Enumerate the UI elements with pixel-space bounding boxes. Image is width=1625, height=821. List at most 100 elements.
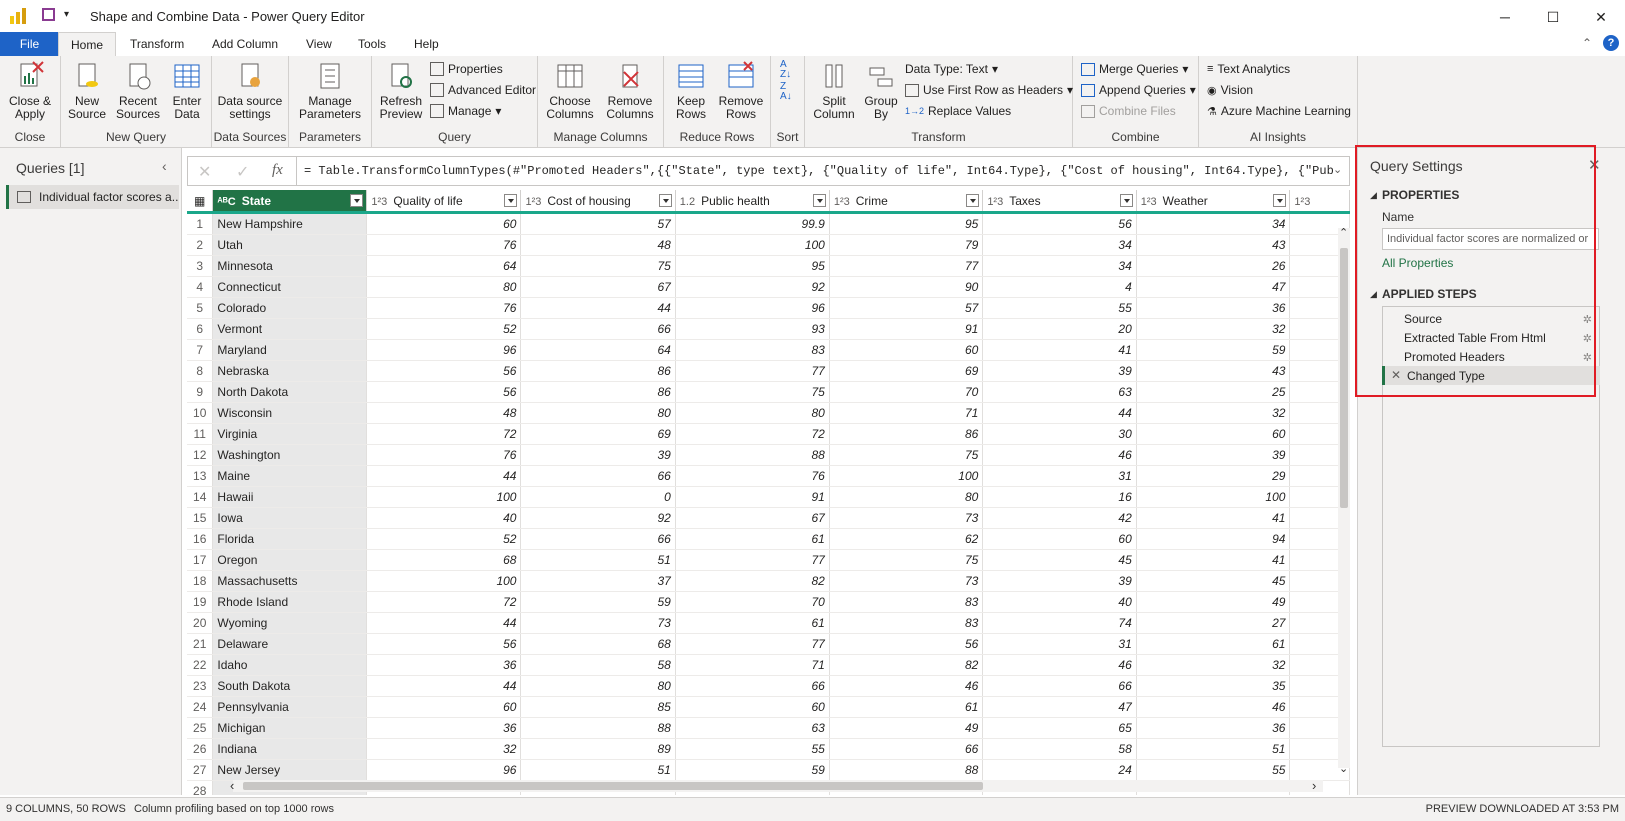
cell-value[interactable]: 75: [829, 549, 984, 571]
cell-value[interactable]: 44: [520, 297, 676, 319]
cell-value[interactable]: 41: [1136, 549, 1291, 571]
cell-state[interactable]: New Jersey: [212, 759, 368, 781]
confirm-formula-icon[interactable]: ✓: [236, 162, 249, 182]
cell-value[interactable]: 96: [366, 339, 522, 361]
cell-value[interactable]: 70: [675, 591, 830, 613]
table-row[interactable]: 21 Delaware 56 68 77 56 31 61: [187, 633, 1350, 655]
cell-value[interactable]: 63: [675, 717, 830, 739]
cell-value[interactable]: 77: [675, 549, 830, 571]
cell-value[interactable]: 44: [982, 402, 1137, 424]
cell-value[interactable]: 56: [829, 633, 984, 655]
cell-value[interactable]: 100: [1136, 486, 1291, 508]
table-row[interactable]: 6 Vermont 52 66 93 91 20 32: [187, 318, 1350, 340]
table-row[interactable]: 8 Nebraska 56 86 77 69 39 43: [187, 360, 1350, 382]
cell-value[interactable]: 40: [366, 507, 522, 529]
cell-value[interactable]: 60: [1136, 423, 1291, 445]
cell-value[interactable]: 24: [982, 759, 1137, 781]
cell-value[interactable]: 42: [982, 507, 1137, 529]
cell-value[interactable]: 52: [366, 318, 522, 340]
cell-value[interactable]: 43: [1136, 234, 1291, 256]
vertical-scrollbar[interactable]: [1338, 228, 1350, 768]
cell-value[interactable]: 91: [675, 486, 830, 508]
table-row[interactable]: 12 Washington 76 39 88 75 46 39: [187, 444, 1350, 466]
cell-value[interactable]: 51: [520, 549, 676, 571]
cell-value[interactable]: 44: [366, 465, 522, 487]
cell-state[interactable]: Delaware: [212, 633, 368, 655]
sort-descending-icon[interactable]: Z A↓: [780, 82, 792, 102]
cell-value[interactable]: 68: [520, 633, 676, 655]
text-analytics-button[interactable]: ≡ Text Analytics: [1207, 62, 1290, 76]
cell-value[interactable]: 95: [829, 212, 984, 235]
cell-value[interactable]: 80: [829, 486, 984, 508]
cell-value[interactable]: 32: [1136, 654, 1291, 676]
cell-value[interactable]: 68: [366, 549, 522, 571]
cell-state[interactable]: Vermont: [212, 318, 368, 340]
cell-value[interactable]: 77: [829, 255, 984, 277]
cell-value[interactable]: 29: [1136, 465, 1291, 487]
cell-value[interactable]: 88: [829, 759, 984, 781]
cell-value[interactable]: 76: [366, 297, 522, 319]
quick-access-dropdown-icon[interactable]: ▾: [64, 9, 69, 20]
refresh-preview-button[interactable]: Refresh Preview: [376, 60, 426, 121]
cell-value[interactable]: 46: [982, 444, 1137, 466]
cell-value[interactable]: 40: [982, 591, 1137, 613]
table-row[interactable]: 23 South Dakota 44 80 66 46 66 35: [187, 675, 1350, 697]
cell-value[interactable]: 57: [829, 297, 984, 319]
cell-value[interactable]: 61: [675, 612, 830, 634]
table-row[interactable]: 9 North Dakota 56 86 75 70 63 25: [187, 381, 1350, 403]
cell-value[interactable]: 59: [675, 759, 830, 781]
table-row[interactable]: 18 Massachusetts 100 37 82 73 39 45: [187, 570, 1350, 592]
cell-value[interactable]: 95: [675, 255, 830, 277]
cell-state[interactable]: Oregon: [212, 549, 368, 571]
cell-value[interactable]: 67: [520, 276, 676, 298]
tab-home[interactable]: Home: [58, 32, 117, 57]
new-source-button[interactable]: New Source: [65, 60, 109, 121]
cell-value[interactable]: 55: [982, 297, 1137, 319]
cell-state[interactable]: Minnesota: [212, 255, 368, 277]
cell-value[interactable]: 37: [520, 570, 676, 592]
replace-values-button[interactable]: 1→2 Replace Values: [905, 104, 1011, 118]
cell-value[interactable]: 85: [520, 696, 676, 718]
close-apply-button[interactable]: Close & Apply: [6, 60, 54, 121]
column-header-state[interactable]: ᴬᴮC State: [212, 190, 368, 214]
cell-value[interactable]: 72: [675, 423, 830, 445]
cell-state[interactable]: Pennsylvania: [212, 696, 368, 718]
cell-value[interactable]: 36: [366, 654, 522, 676]
cell-state[interactable]: Wyoming: [212, 612, 368, 634]
data-source-settings-button[interactable]: Data source settings: [216, 60, 284, 121]
cell-value[interactable]: 74: [982, 612, 1137, 634]
cell-value[interactable]: 52: [366, 528, 522, 550]
cell-value[interactable]: 77: [675, 360, 830, 382]
cell-value[interactable]: 32: [366, 738, 522, 760]
table-row[interactable]: 10 Wisconsin 48 80 80 71 44 32: [187, 402, 1350, 424]
cell-value[interactable]: 75: [520, 255, 676, 277]
data-type-dropdown[interactable]: Data Type: Text ▾: [905, 62, 998, 76]
table-row[interactable]: 2 Utah 76 48 100 79 34 43: [187, 234, 1350, 256]
cell-state[interactable]: Virginia: [212, 423, 368, 445]
cell-value[interactable]: 65: [982, 717, 1137, 739]
table-row[interactable]: 16 Florida 52 66 61 62 60 94: [187, 528, 1350, 550]
table-row[interactable]: 27 New Jersey 96 51 59 88 24 55: [187, 759, 1350, 781]
cell-value[interactable]: 66: [829, 738, 984, 760]
cell-value[interactable]: 90: [829, 276, 984, 298]
cell-value[interactable]: 46: [1136, 696, 1291, 718]
column-header-cost-of-housing[interactable]: 1²3 Cost of housing: [520, 190, 676, 214]
cell-state[interactable]: Idaho: [212, 654, 368, 676]
maximize-button[interactable]: ☐: [1530, 4, 1576, 30]
cell-value[interactable]: 75: [829, 444, 984, 466]
cell-value[interactable]: 48: [520, 234, 676, 256]
combine-files-button[interactable]: Combine Files: [1081, 104, 1176, 118]
table-row[interactable]: 24 Pennsylvania 60 85 60 61 47 46: [187, 696, 1350, 718]
cell-value[interactable]: 16: [982, 486, 1137, 508]
cell-value[interactable]: 100: [366, 486, 522, 508]
azure-ml-button[interactable]: ⚗ Azure Machine Learning: [1207, 104, 1351, 118]
cell-value[interactable]: 63: [982, 381, 1137, 403]
cell-value[interactable]: 20: [982, 318, 1137, 340]
cell-value[interactable]: 31: [982, 633, 1137, 655]
cell-state[interactable]: Rhode Island: [212, 591, 368, 613]
cell-value[interactable]: 92: [675, 276, 830, 298]
cell-state[interactable]: South Dakota: [212, 675, 368, 697]
expand-formula-icon[interactable]: ⌄: [1333, 163, 1342, 176]
table-row[interactable]: 19 Rhode Island 72 59 70 83 40 49: [187, 591, 1350, 613]
cell-value[interactable]: 55: [1136, 759, 1291, 781]
